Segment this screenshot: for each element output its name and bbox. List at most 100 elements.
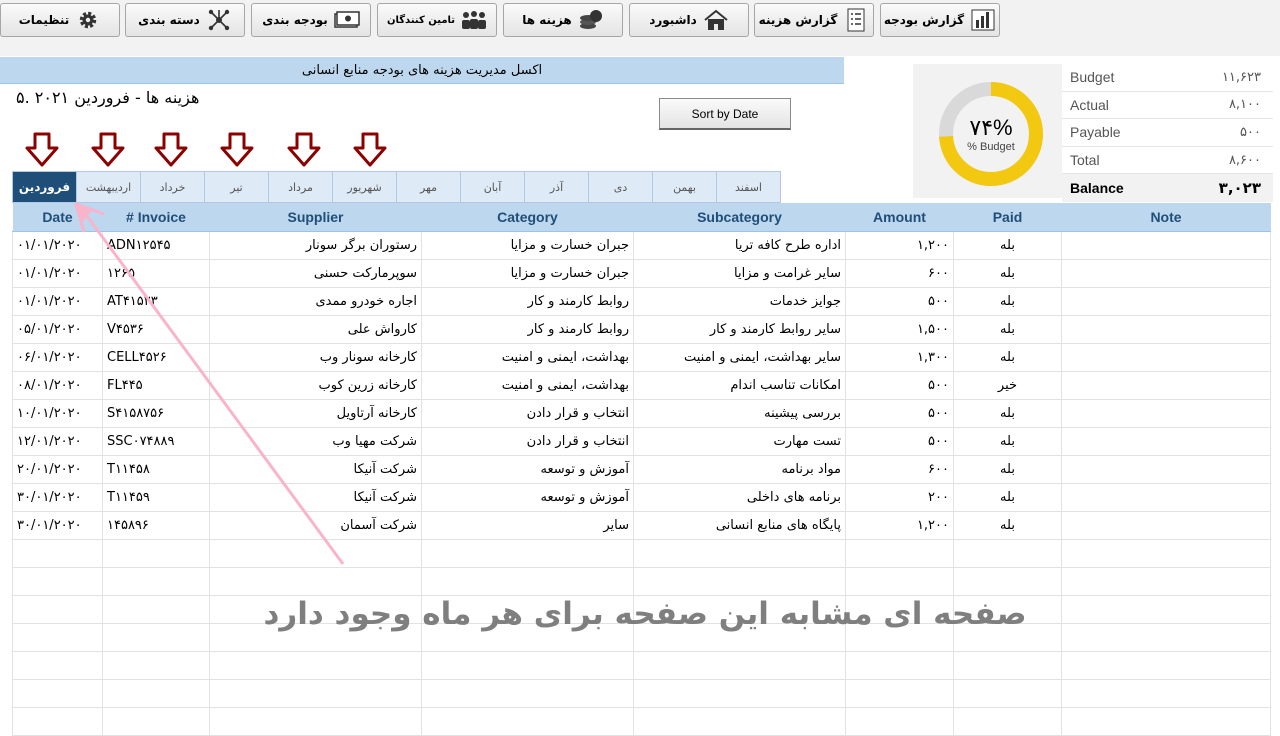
empty-cell[interactable] [421,706,634,736]
tab-month-11[interactable]: بهمن [652,171,717,203]
cell-amount[interactable]: ۲۰۰ [845,482,954,512]
cell-category[interactable]: جبران خسارت و مزایا [421,230,634,260]
cell-note[interactable] [1061,398,1271,428]
column-header-supplier[interactable]: Supplier [209,203,422,232]
expense-report-button[interactable]: گزارش هزینه [754,3,874,37]
cell-subcategory[interactable]: سایر غرامت و مزایا [633,258,846,288]
tab-month-4[interactable]: تیر [204,171,269,203]
empty-cell[interactable] [953,650,1062,680]
empty-cell[interactable] [102,678,210,708]
empty-cell[interactable] [209,706,422,736]
column-header-note[interactable]: Note [1061,203,1271,232]
cell-supplier[interactable]: سوپرمارکت حسنی [209,258,422,288]
empty-cell[interactable] [633,706,846,736]
tab-month-1[interactable]: فروردین [12,171,77,203]
cell-supplier[interactable]: شرکت آنیکا [209,482,422,512]
empty-cell[interactable] [12,706,103,736]
cell-date[interactable]: ۰۱/۰۱/۲۰۲۰ [12,286,103,316]
cell-invoice[interactable]: ۱۴۵۸۹۶ [102,510,210,540]
cell-date[interactable]: ۱۰/۰۱/۲۰۲۰ [12,398,103,428]
cell-supplier[interactable]: کارخانه زرین کوب [209,370,422,400]
empty-cell[interactable] [12,566,103,596]
cell-note[interactable] [1061,482,1271,512]
cell-paid[interactable]: بله [953,286,1062,316]
column-header-date[interactable]: Date [12,203,103,232]
empty-cell[interactable] [12,650,103,680]
empty-cell[interactable] [953,538,1062,568]
cell-paid[interactable]: بله [953,510,1062,540]
cell-amount[interactable]: ۱,۳۰۰ [845,342,954,372]
cell-category[interactable]: انتخاب و قرار دادن [421,398,634,428]
cell-supplier[interactable]: کارخانه سونار وب [209,342,422,372]
empty-cell[interactable] [953,678,1062,708]
cell-note[interactable] [1061,370,1271,400]
cell-note[interactable] [1061,454,1271,484]
tab-month-8[interactable]: آبان [460,171,525,203]
cell-category[interactable]: جبران خسارت و مزایا [421,258,634,288]
tab-month-12[interactable]: اسفند [716,171,781,203]
empty-cell[interactable] [209,650,422,680]
empty-cell[interactable] [633,678,846,708]
column-header-paid[interactable]: Paid [953,203,1062,232]
empty-cell[interactable] [845,650,954,680]
cell-paid[interactable]: بله [953,482,1062,512]
cell-subcategory[interactable]: جوایز خدمات [633,286,846,316]
cell-category[interactable]: انتخاب و قرار دادن [421,426,634,456]
cell-subcategory[interactable]: سایر بهداشت، ایمنی و امنیت [633,342,846,372]
empty-cell[interactable] [421,538,634,568]
empty-cell[interactable] [633,538,846,568]
empty-cell[interactable] [953,566,1062,596]
tab-month-7[interactable]: مهر [396,171,461,203]
cell-amount[interactable]: ۵۰۰ [845,370,954,400]
cell-supplier[interactable]: اجاره خودرو ممدی [209,286,422,316]
cell-invoice[interactable]: SSC۰۷۴۸۸۹ [102,426,210,456]
cell-note[interactable] [1061,426,1271,456]
expenses-button[interactable]: هزینه ها [503,3,623,37]
cell-date[interactable]: ۰۱/۰۱/۲۰۲۰ [12,258,103,288]
tab-month-10[interactable]: دی [588,171,653,203]
cell-invoice[interactable]: ۱۲۶۵ [102,258,210,288]
empty-cell[interactable] [1061,678,1271,708]
cell-invoice[interactable]: CELL۴۵۲۶ [102,342,210,372]
cell-date[interactable]: ۳۰/۰۱/۲۰۲۰ [12,510,103,540]
cell-amount[interactable]: ۱,۲۰۰ [845,510,954,540]
cell-paid[interactable]: بله [953,398,1062,428]
empty-cell[interactable] [421,566,634,596]
column-header-amount[interactable]: Amount [845,203,954,232]
cell-category[interactable]: بهداشت، ایمنی و امنیت [421,370,634,400]
cell-amount[interactable]: ۱,۵۰۰ [845,314,954,344]
empty-cell[interactable] [953,706,1062,736]
cell-paid[interactable]: خیر [953,370,1062,400]
cell-invoice[interactable]: V۴۵۳۶ [102,314,210,344]
cell-note[interactable] [1061,510,1271,540]
empty-cell[interactable] [845,538,954,568]
empty-cell[interactable] [102,706,210,736]
cell-date[interactable]: ۰۱/۰۱/۲۰۲۰ [12,230,103,260]
cell-paid[interactable]: بله [953,454,1062,484]
categories-button[interactable]: دسته بندی [125,3,245,37]
cell-note[interactable] [1061,258,1271,288]
cell-amount[interactable]: ۵۰۰ [845,398,954,428]
cell-amount[interactable]: ۶۰۰ [845,258,954,288]
sort-by-date-button[interactable]: Sort by Date [659,98,791,130]
cell-supplier[interactable]: رستوران برگر سونار [209,230,422,260]
empty-cell[interactable] [102,650,210,680]
budgeting-button[interactable]: بودجه بندی [251,3,371,37]
tab-month-6[interactable]: شهریور [332,171,397,203]
cell-date[interactable]: ۰۵/۰۱/۲۰۲۰ [12,314,103,344]
empty-cell[interactable] [421,678,634,708]
cell-date[interactable]: ۳۰/۰۱/۲۰۲۰ [12,482,103,512]
cell-amount[interactable]: ۶۰۰ [845,454,954,484]
cell-supplier[interactable]: کارخانه آرتاویل [209,398,422,428]
cell-supplier[interactable]: شرکت آسمان [209,510,422,540]
cell-amount[interactable]: ۵۰۰ [845,426,954,456]
cell-note[interactable] [1061,230,1271,260]
cell-invoice[interactable]: AT۴۱۵۲۳ [102,286,210,316]
suppliers-button[interactable]: تامین کنندگان [377,3,497,37]
cell-paid[interactable]: بله [953,342,1062,372]
empty-cell[interactable] [1061,706,1271,736]
empty-cell[interactable] [845,566,954,596]
tab-month-9[interactable]: آذر [524,171,589,203]
cell-supplier[interactable]: شرکت مهیا وب [209,426,422,456]
empty-cell[interactable] [209,538,422,568]
